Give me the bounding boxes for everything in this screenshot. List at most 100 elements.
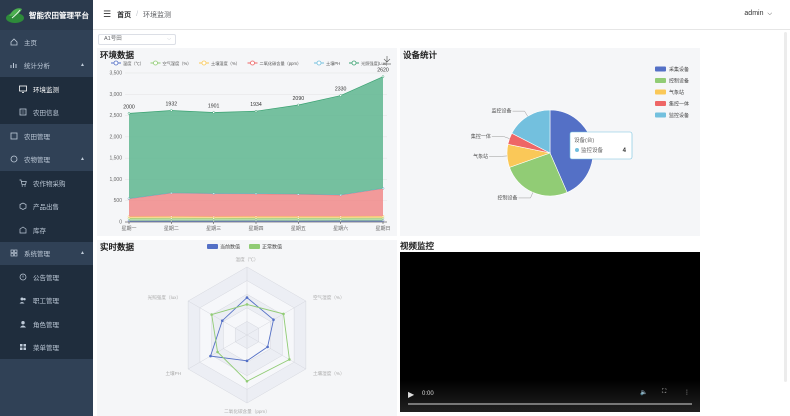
data-point	[339, 94, 342, 97]
legend-marker-dot	[316, 60, 322, 66]
radar-point	[210, 313, 213, 316]
y-tick-label: 1,500	[109, 156, 122, 162]
realtime-panel: 实时数据 当前数值 正常数值 温度（℃） 空气湿度（%） 土壤湿度（%） 二氧化碳含量（p…	[97, 240, 397, 416]
pie-label-line	[518, 192, 534, 199]
sidebar-item-field-manage[interactable]: 农田管理	[0, 124, 93, 148]
play-icon[interactable]: ▶	[408, 390, 414, 399]
sidebar-item-label: 职工管理	[33, 298, 59, 306]
legend-swatch	[655, 112, 666, 118]
data-label: 2620	[377, 68, 389, 74]
legend-label: 监控设备	[669, 112, 689, 119]
y-tick-label: 3,000	[109, 92, 122, 98]
fullscreen-icon[interactable]: ⛶	[662, 389, 666, 396]
pie-label: 气象站	[473, 153, 488, 160]
x-tick-label: 星期日	[375, 226, 390, 232]
data-point	[381, 75, 385, 78]
video-title: 视频监控	[400, 241, 435, 251]
radar-point	[245, 359, 249, 363]
sidebar-item-label: 主页	[24, 39, 37, 47]
sidebar-item-notice[interactable]: 公告管理	[0, 265, 93, 289]
sidebar-item-label: 环境监测	[33, 86, 59, 94]
breadcrumb-home[interactable]: 首页	[117, 10, 131, 20]
sidebar-item-field-info[interactable]: 农田信息	[0, 100, 93, 124]
product-icon	[18, 202, 27, 211]
role-icon	[18, 319, 27, 328]
pie-label: 集控一体	[471, 133, 491, 140]
leaf-logo-icon	[6, 8, 24, 23]
sidebar-item-menu[interactable]: 菜单管理	[0, 335, 93, 359]
data-label: 2000	[123, 104, 135, 110]
y-tick-label: 1,000	[109, 177, 122, 183]
device-stats-panel: 设备统计 控制设备 气象站 集控一体 监控设备 采集设备 控制设备 气象站 集控一体 监控设备设…	[400, 48, 700, 236]
more-icon[interactable]: ⋮	[684, 389, 690, 396]
legend-label: 温度（℃）	[123, 60, 144, 67]
video-progress-bar[interactable]	[408, 403, 692, 405]
field-icon	[18, 108, 27, 117]
sidebar-item-system[interactable]: 系统管理 ▲	[0, 242, 93, 266]
volume-icon[interactable]: 🔈	[640, 389, 647, 396]
monitor-icon	[18, 84, 27, 93]
data-label: 2090	[293, 96, 305, 102]
logo[interactable]: 智能农田管理平台	[0, 0, 93, 30]
sidebar-item-stock[interactable]: 库存	[0, 218, 93, 242]
sidebar-item-env-monitor[interactable]: 环境监测	[0, 77, 93, 101]
radar-point	[209, 354, 212, 358]
chevron-up-icon: ▲	[80, 250, 85, 257]
radar-point	[266, 345, 269, 349]
y-tick-label: 2,000	[109, 134, 122, 140]
legend-label: 正常数值	[262, 244, 282, 251]
sidebar-item-staff[interactable]: 职工管理	[0, 288, 93, 312]
legend-marker-dot	[351, 60, 357, 66]
legend-swatch	[655, 78, 666, 83]
hamburger-icon[interactable]: ☰	[103, 9, 111, 20]
sidebar-item-label: 农作物采购	[33, 180, 66, 188]
radar-indicator-label: 土壤湿度（%）	[313, 370, 345, 377]
pie-label-line	[512, 110, 528, 117]
radar-point	[272, 318, 275, 321]
tooltip-dot	[575, 148, 579, 152]
legend-swatch	[655, 66, 666, 72]
notice-icon	[18, 272, 27, 281]
sidebar-item-stats[interactable]: 统计分析 ▲	[0, 54, 93, 78]
sidebar-item-label: 农田信息	[33, 110, 59, 118]
x-tick-label: 星期三	[206, 226, 221, 232]
user-menu[interactable]: admin ⌵	[744, 10, 772, 18]
region-select[interactable]: A1号田 ⌵	[98, 34, 176, 45]
sidebar-item-product-sale[interactable]: 产品出售	[0, 194, 93, 218]
y-tick-label: 0	[119, 220, 122, 226]
sidebar: 智能农田管理平台 主页 统计分析 ▲ 环境监测 农田信息 农田管理 农物管理 ▲	[0, 0, 93, 416]
pie-label: 控制设备	[497, 194, 517, 201]
legend-label: 采集设备	[669, 66, 689, 73]
video-controls: ▶ 0:00 🔈 ⛶ ⋮	[400, 380, 700, 412]
data-label: 1932	[166, 101, 178, 107]
system-icon	[9, 249, 18, 258]
env-data-chart: 温度（℃） 空气湿度（%） 土壤湿度（%） 二氧化碳含量（ppm） 土壤PH 光照强度(L…	[109, 56, 391, 232]
y-tick-label: 2,500	[109, 113, 122, 119]
scrollbar[interactable]	[784, 32, 787, 382]
legend-label: 集控一体	[669, 101, 689, 108]
radar-point	[245, 379, 249, 383]
stock-icon	[18, 225, 27, 234]
x-tick-label: 星期六	[333, 225, 348, 232]
sidebar-item-label: 角色管理	[33, 321, 59, 329]
data-label: 2330	[335, 87, 347, 93]
sidebar-item-home[interactable]: 主页	[0, 30, 93, 54]
tooltip-name: 监控设备	[581, 146, 604, 154]
sidebar-item-crop-manage[interactable]: 农物管理 ▲	[0, 148, 93, 172]
y-tick-label: 3,500	[109, 71, 122, 77]
main-content: A1号田 ⌵ 环境数据 温度（℃） 空气湿度（%） 土壤湿度（%） 二氧化碳含量（pp…	[93, 30, 790, 416]
data-label: 1934	[250, 102, 262, 108]
radar-point	[245, 296, 249, 299]
realtime-radar-chart: 当前数值 正常数值温度（℃） 空气湿度（%） 土壤湿度（%） 二氧化碳含量（ppm） 土壤…	[148, 244, 345, 416]
legend-marker-dot	[201, 60, 207, 66]
radar-indicator-label: 空气湿度（%）	[313, 294, 345, 301]
x-tick-label: 星期一	[121, 226, 136, 232]
breadcrumb-current: 环境监测	[143, 11, 172, 19]
chevron-up-icon: ▲	[80, 62, 85, 69]
legend-label: 气象站	[669, 89, 684, 96]
sidebar-item-role[interactable]: 角色管理	[0, 312, 93, 336]
legend-marker-dot	[250, 60, 255, 66]
sidebar-item-purchase[interactable]: 农作物采购	[0, 171, 93, 195]
video-player[interactable]: ▶ 0:00 🔈 ⛶ ⋮	[400, 252, 700, 412]
tooltip-box	[569, 131, 633, 160]
